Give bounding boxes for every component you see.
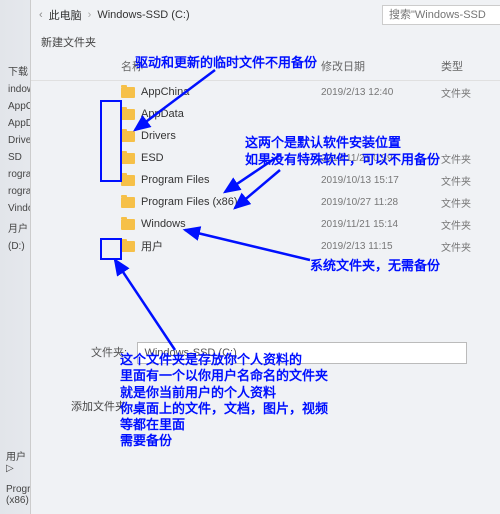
item-name: AppData — [141, 108, 321, 120]
folder-icon — [121, 197, 135, 208]
new-folder-button[interactable]: 新建文件夹 — [41, 34, 96, 50]
file-list: AppChina2019/2/13 12:40文件夹 AppData Drive… — [31, 81, 500, 257]
item-type: 文件夹 — [441, 151, 491, 166]
folder-icon — [121, 87, 135, 98]
item-date: 2019/11/21 0:39 — [321, 153, 441, 164]
add-folder-label[interactable]: 添加文件夹 — [71, 398, 126, 414]
list-item[interactable]: Program Files (x86)2019/10/27 11:28文件夹 — [31, 191, 500, 213]
item-type: 文件夹 — [441, 195, 491, 210]
explorer-window: ‹ 此电脑 › Windows-SSD (C:) 新建文件夹 名称 修改日期 类… — [30, 0, 500, 514]
list-item[interactable]: ESD2019/11/21 0:39文件夹 — [31, 147, 500, 169]
item-date: 2019/2/13 11:15 — [321, 241, 441, 252]
folder-icon — [121, 219, 135, 230]
item-date: 2019/2/13 12:40 — [321, 87, 441, 98]
path-input[interactable] — [137, 342, 467, 364]
item-name: ESD — [141, 152, 321, 164]
list-item[interactable]: Windows2019/11/21 15:14文件夹 — [31, 213, 500, 235]
item-name: Drivers — [141, 130, 321, 142]
item-name: Program Files — [141, 174, 321, 186]
list-item[interactable]: AppData — [31, 103, 500, 125]
path-field: 文件夹: — [91, 342, 481, 364]
address-bar: ‹ 此电脑 › Windows-SSD (C:) — [31, 0, 500, 30]
item-date: 2019/10/13 15:17 — [321, 175, 441, 186]
item-name: AppChina — [141, 86, 321, 98]
item-type: 文件夹 — [441, 239, 491, 254]
item-date: 2019/10/27 11:28 — [321, 197, 441, 208]
folder-icon — [121, 241, 135, 252]
list-item[interactable]: Program Files2019/10/13 15:17文件夹 — [31, 169, 500, 191]
crumb-root[interactable]: 此电脑 — [49, 7, 82, 23]
list-item[interactable]: 用户2019/2/13 11:15文件夹 — [31, 235, 500, 257]
toolbar: 新建文件夹 — [31, 30, 500, 54]
folder-icon — [121, 109, 135, 120]
item-name: 用户 — [141, 238, 321, 254]
list-item[interactable]: AppChina2019/2/13 12:40文件夹 — [31, 81, 500, 103]
back-icon[interactable]: ‹ — [39, 9, 43, 21]
folder-icon — [121, 153, 135, 164]
item-type: 文件夹 — [441, 85, 491, 100]
item-type: 文件夹 — [441, 173, 491, 188]
crumb-drive[interactable]: Windows-SSD (C:) — [97, 9, 189, 21]
folder-icon — [121, 131, 135, 142]
item-name: Windows — [141, 218, 321, 230]
search-input[interactable] — [382, 5, 500, 25]
col-date[interactable]: 修改日期 — [321, 58, 441, 74]
col-name[interactable]: 名称 — [121, 58, 321, 74]
col-type[interactable]: 类型 — [441, 58, 500, 74]
item-type: 文件夹 — [441, 217, 491, 232]
list-item[interactable]: Drivers — [31, 125, 500, 147]
column-headers: 名称 修改日期 类型 — [31, 54, 500, 81]
side-user[interactable]: 用户▷ — [6, 448, 26, 474]
item-name: Program Files (x86) — [141, 196, 321, 208]
path-label: 文件夹: — [91, 344, 133, 360]
folder-icon — [121, 175, 135, 186]
item-date: 2019/11/21 15:14 — [321, 219, 441, 230]
chevron-right-icon: › — [88, 9, 92, 21]
